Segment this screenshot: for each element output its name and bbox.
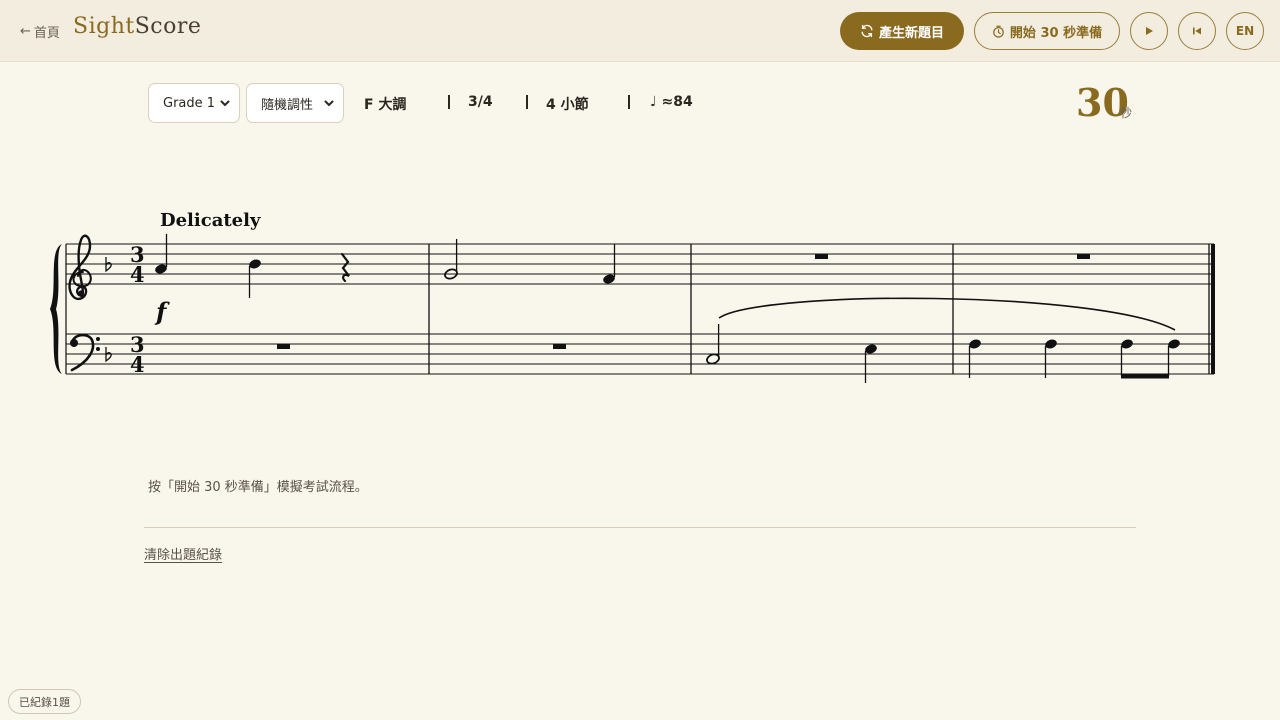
info-separator [628,95,630,109]
countdown-unit: 秒 [1120,106,1133,120]
app-logo: SightScore [73,14,201,39]
play-button[interactable] [1130,12,1168,50]
slur [718,297,1176,331]
info-separator [526,95,528,109]
time-sig-bottom-bass: 4 [130,352,145,377]
instruction-hint: 按「開始 30 秒準備」模擬考試流程。 [148,480,368,495]
clear-history-link[interactable]: 清除出題紀錄 [144,544,222,563]
grade-select[interactable]: Grade 1 [148,83,240,123]
start-prepare-button[interactable]: 開始 30 秒準備 [974,12,1120,50]
skip-back-icon [1193,27,1201,35]
play-icon [1146,27,1153,35]
treble-clef-dot [78,290,84,296]
treble-clef [68,234,92,301]
history-count-badge: 已紀錄1題 [8,689,81,714]
grand-staff-brace [50,244,62,374]
chevron-down-icon [220,100,230,107]
divider [144,527,1136,528]
sheet-music: 3 4 3 4 Delicately f [50,210,1215,383]
key-signature-flat [105,257,112,363]
brand-sight: Sight [73,14,135,39]
staff-lines [66,243,1214,375]
language-toggle-button[interactable]: EN [1226,12,1264,50]
brand-score: Score [134,14,202,39]
top-bar: ← 首頁 SightScore 產生新題目 開始 30 秒準備 EN [0,0,1280,62]
back-home-link[interactable]: ← 首頁 [20,22,60,41]
info-separator [448,95,450,109]
key-mode-select-value: 隨機調性 [261,97,314,113]
refresh-icon [861,24,873,38]
timer-icon [993,25,1004,38]
key-mode-select[interactable]: 隨機調性 [246,83,344,123]
generate-new-button[interactable]: 產生新題目 [840,12,964,50]
back-arrow-icon: ← [20,24,31,39]
chevron-down-icon [324,100,334,107]
restart-button[interactable] [1178,12,1216,50]
back-home-label: 首頁 [33,26,60,41]
measures-info: 4 小節 [546,97,589,113]
bass-clef [70,333,100,372]
start-prepare-label: 開始 30 秒準備 [1009,25,1103,41]
key-signature-info: F 大調 [364,97,407,113]
history-count-label: 已紀錄1題 [19,695,70,709]
language-label: EN [1235,24,1255,38]
grade-select-value: Grade 1 [163,95,216,111]
time-sig-bottom-treble: 4 [130,262,145,287]
dynamic-marking: f [154,297,170,326]
tempo-marking: Delicately [160,210,261,231]
final-barline [1211,244,1215,374]
generate-new-label: 產生新題目 [878,25,944,41]
time-signature-info: 3/4 [468,94,493,110]
tempo-info: ♩ ≈84 [650,94,693,110]
